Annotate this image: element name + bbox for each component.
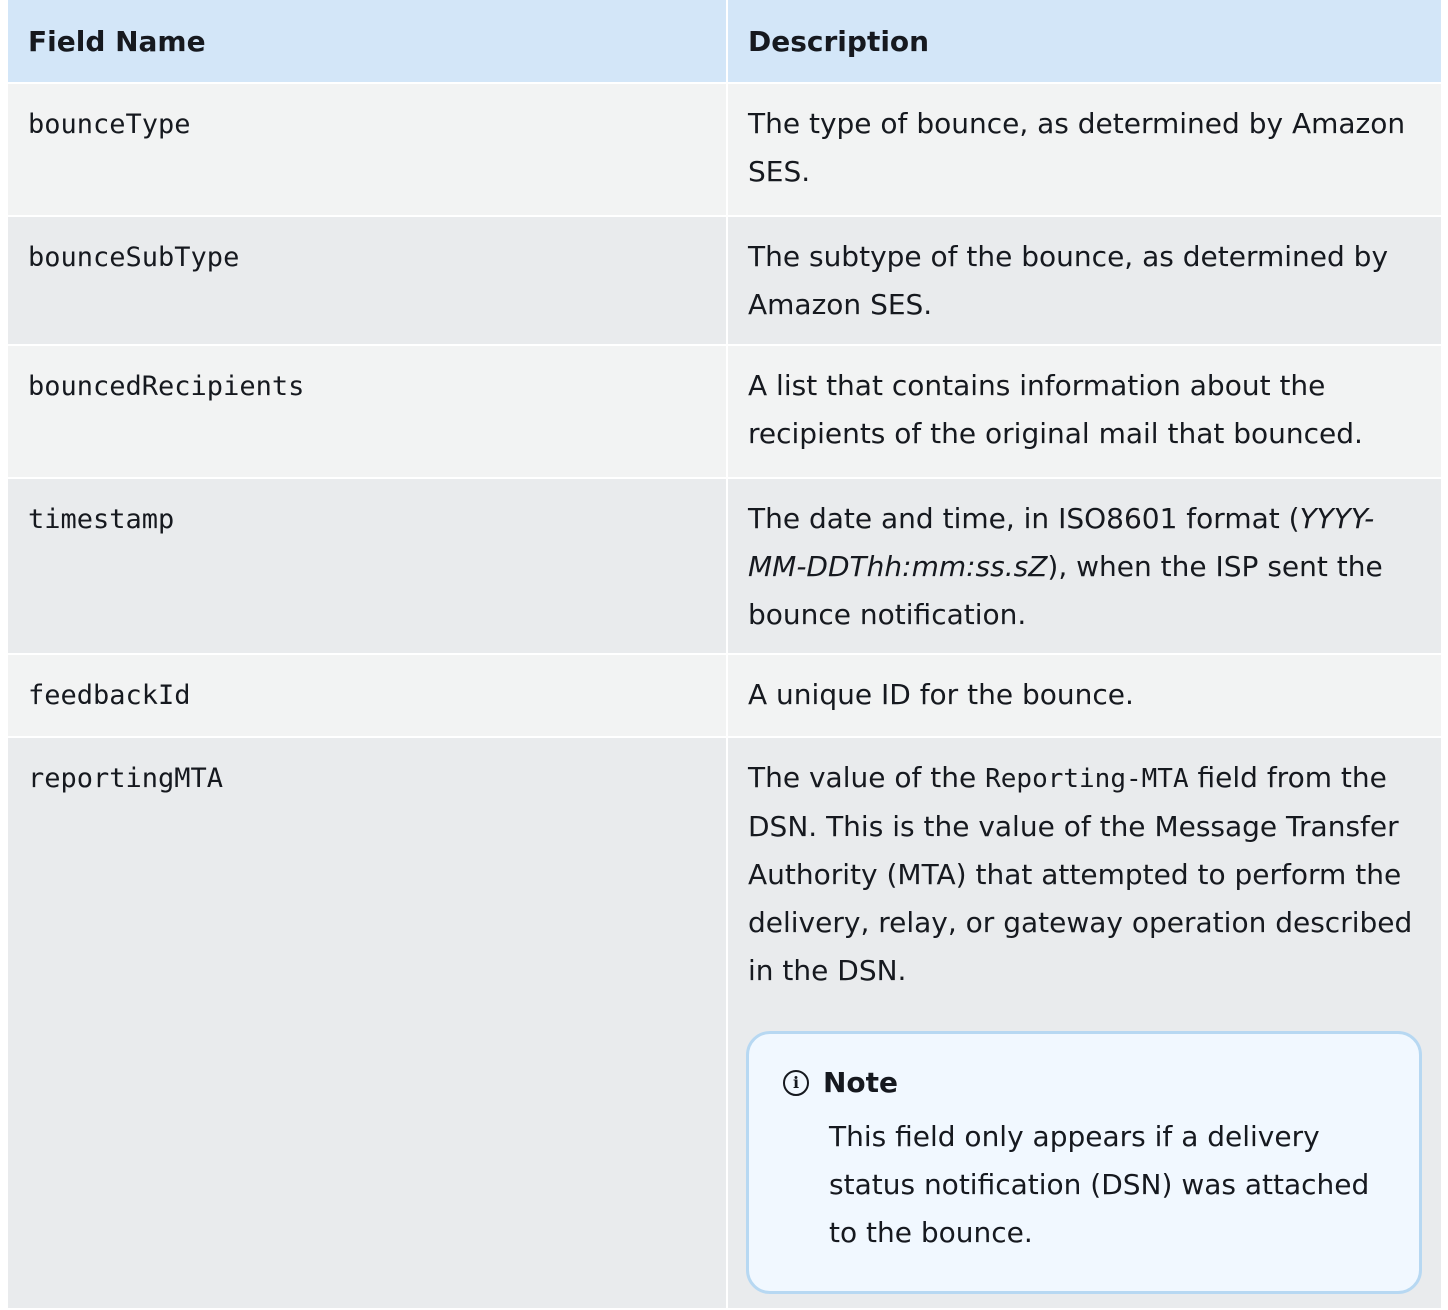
field-cell: reportingMTA	[8, 738, 726, 1308]
table-row: bouncedRecipients A list that contains i…	[8, 346, 1441, 479]
table-row: bounceType The type of bounce, as determ…	[8, 84, 1441, 217]
description-text: The value of the	[748, 761, 986, 794]
description-cell: The type of bounce, as determined by Ama…	[726, 84, 1441, 215]
field-name: timestamp	[28, 504, 175, 535]
field-name: bouncedRecipients	[28, 371, 305, 402]
field-cell: bounceSubType	[8, 217, 726, 344]
field-description: The type of bounce, as determined by Ama…	[748, 107, 1406, 188]
description-cell: The subtype of the bounce, as determined…	[726, 217, 1441, 344]
table-header-row: Field Name Description	[8, 0, 1441, 84]
field-name: bounceType	[28, 109, 191, 140]
note-header: i Note	[783, 1066, 1389, 1099]
table-row: timestamp The date and time, in ISO8601 …	[8, 479, 1441, 655]
field-description: A unique ID for the bounce.	[748, 678, 1134, 711]
field-description: The date and time, in ISO8601 format (YY…	[748, 495, 1431, 639]
note-body: This field only appears if a delivery st…	[829, 1120, 1370, 1249]
field-name: feedbackId	[28, 680, 191, 711]
header-description-label: Description	[748, 24, 930, 58]
description-text: The date and time, in ISO8601 format (	[748, 502, 1300, 535]
table-row: reportingMTA The value of the Reporting-…	[8, 738, 1441, 1310]
field-cell: timestamp	[8, 479, 726, 653]
field-description: The subtype of the bounce, as determined…	[748, 240, 1389, 321]
field-cell: bouncedRecipients	[8, 346, 726, 477]
header-cell-field-name: Field Name	[8, 0, 726, 82]
note-title: Note	[823, 1066, 899, 1099]
header-field-name-label: Field Name	[28, 24, 206, 58]
note-callout: i Note This field only appears if a deli…	[746, 1031, 1422, 1294]
field-name: bounceSubType	[28, 242, 240, 273]
table-row: bounceSubType The subtype of the bounce,…	[8, 217, 1441, 346]
field-cell: bounceType	[8, 84, 726, 215]
description-text: field from the DSN. This is the value of…	[748, 761, 1413, 987]
description-cell: A list that contains information about t…	[726, 346, 1441, 477]
field-description-table: Field Name Description bounceType The ty…	[8, 0, 1441, 1310]
description-cell: The date and time, in ISO8601 format (YY…	[726, 479, 1441, 653]
table-row: feedbackId A unique ID for the bounce.	[8, 655, 1441, 738]
field-name: reportingMTA	[28, 763, 224, 794]
info-icon: i	[783, 1069, 809, 1096]
description-cell: The value of the Reporting-MTA field fro…	[726, 738, 1441, 1308]
field-description: A list that contains information about t…	[748, 369, 1363, 450]
field-cell: feedbackId	[8, 655, 726, 736]
header-cell-description: Description	[726, 0, 1441, 82]
field-description: The value of the Reporting-MTA field fro…	[748, 754, 1431, 995]
description-cell: A unique ID for the bounce.	[726, 655, 1441, 736]
inline-code-reporting-mta: Reporting-MTA	[985, 764, 1189, 794]
